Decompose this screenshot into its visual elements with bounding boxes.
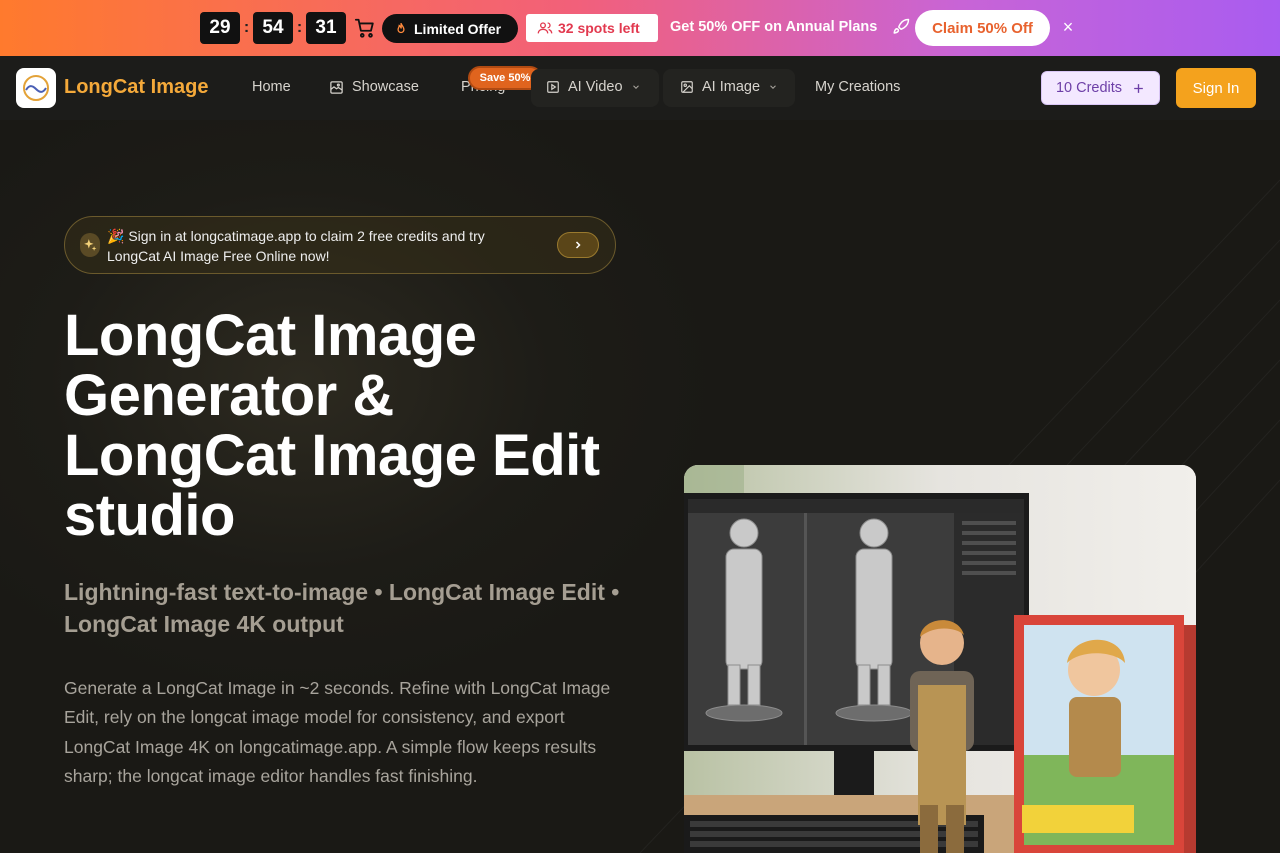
- notice-arrow-button[interactable]: [557, 232, 599, 258]
- nav-showcase-label: Showcase: [352, 79, 419, 95]
- sparkles-icon: [80, 233, 100, 257]
- nav-home-label: Home: [252, 79, 291, 95]
- hero-description: Generate a LongCat Image in ~2 seconds. …: [64, 678, 611, 786]
- sign-in-button[interactable]: Sign In: [1176, 68, 1256, 108]
- rocket-icon: [893, 18, 910, 34]
- users-icon: [537, 22, 553, 34]
- credits-button[interactable]: 10 Credits: [1041, 71, 1160, 105]
- timer-seconds: 31: [306, 12, 346, 44]
- nav-ai-image-label: AI Image: [702, 79, 761, 95]
- cart-icon: [354, 18, 374, 38]
- notice-text: 🎉 Sign in at longcatimage.app to claim 2…: [107, 228, 485, 264]
- timer-minutes: 54: [253, 12, 293, 44]
- limited-offer-badge: Limited Offer: [382, 14, 518, 43]
- hero-title: LongCat Image Generator & LongCat Image …: [64, 303, 600, 548]
- chevron-down-icon: [632, 85, 639, 89]
- image-icon: [681, 81, 693, 93]
- nav-ai-video-label: AI Video: [568, 79, 623, 95]
- hero-section: 🎉 Sign in at longcatimage.app to claim 2…: [0, 120, 1280, 853]
- nav-my-creations[interactable]: My Creations: [815, 79, 900, 95]
- brand-name[interactable]: LongCat Image: [64, 76, 208, 99]
- nav-home[interactable]: Home: [252, 79, 291, 95]
- timer-hours: 29: [200, 12, 240, 44]
- logo-icon: [23, 75, 49, 101]
- nav-ai-image[interactable]: AI Image: [680, 79, 778, 95]
- annual-plans-text: Get 50% OFF on Annual Plans: [670, 19, 878, 35]
- chevron-down-icon: [770, 85, 776, 89]
- hero-image: [684, 465, 1196, 853]
- timer-separator: :: [296, 19, 303, 36]
- spots-left-label: 32 spots left: [558, 20, 640, 36]
- credits-label: 10 Credits: [1055, 80, 1123, 96]
- claim-offer-button[interactable]: Claim 50% Off: [915, 10, 1050, 46]
- top-navigation: LongCat Image Home Showcase Pricing Save…: [0, 56, 1280, 120]
- limited-offer-label: Limited Offer: [414, 20, 502, 37]
- timer-separator: :: [243, 19, 250, 36]
- showcase-icon: [330, 80, 343, 94]
- chevron-right-icon: [575, 241, 581, 249]
- nav-showcase[interactable]: Showcase: [329, 79, 419, 95]
- close-icon[interactable]: ×: [1059, 18, 1077, 36]
- promo-banner: 29 : 54 : 31 Limited Offer 32 spots left…: [0, 0, 1280, 56]
- hero-subtitle: Lightning-fast text-to-image • LongCat I…: [64, 579, 620, 637]
- brand-logo[interactable]: [16, 68, 56, 108]
- hero-illustration: [684, 465, 1196, 853]
- nav-my-creations-label: My Creations: [815, 79, 901, 95]
- spots-left-badge: 32 spots left: [526, 14, 658, 42]
- flame-icon: [397, 22, 405, 33]
- nav-ai-video[interactable]: AI Video: [546, 79, 641, 95]
- plus-icon: [1134, 83, 1143, 93]
- video-icon: [547, 81, 559, 93]
- sign-in-notice[interactable]: 🎉 Sign in at longcatimage.app to claim 2…: [64, 216, 616, 274]
- countdown-timer: 29 : 54 : 31: [200, 12, 346, 44]
